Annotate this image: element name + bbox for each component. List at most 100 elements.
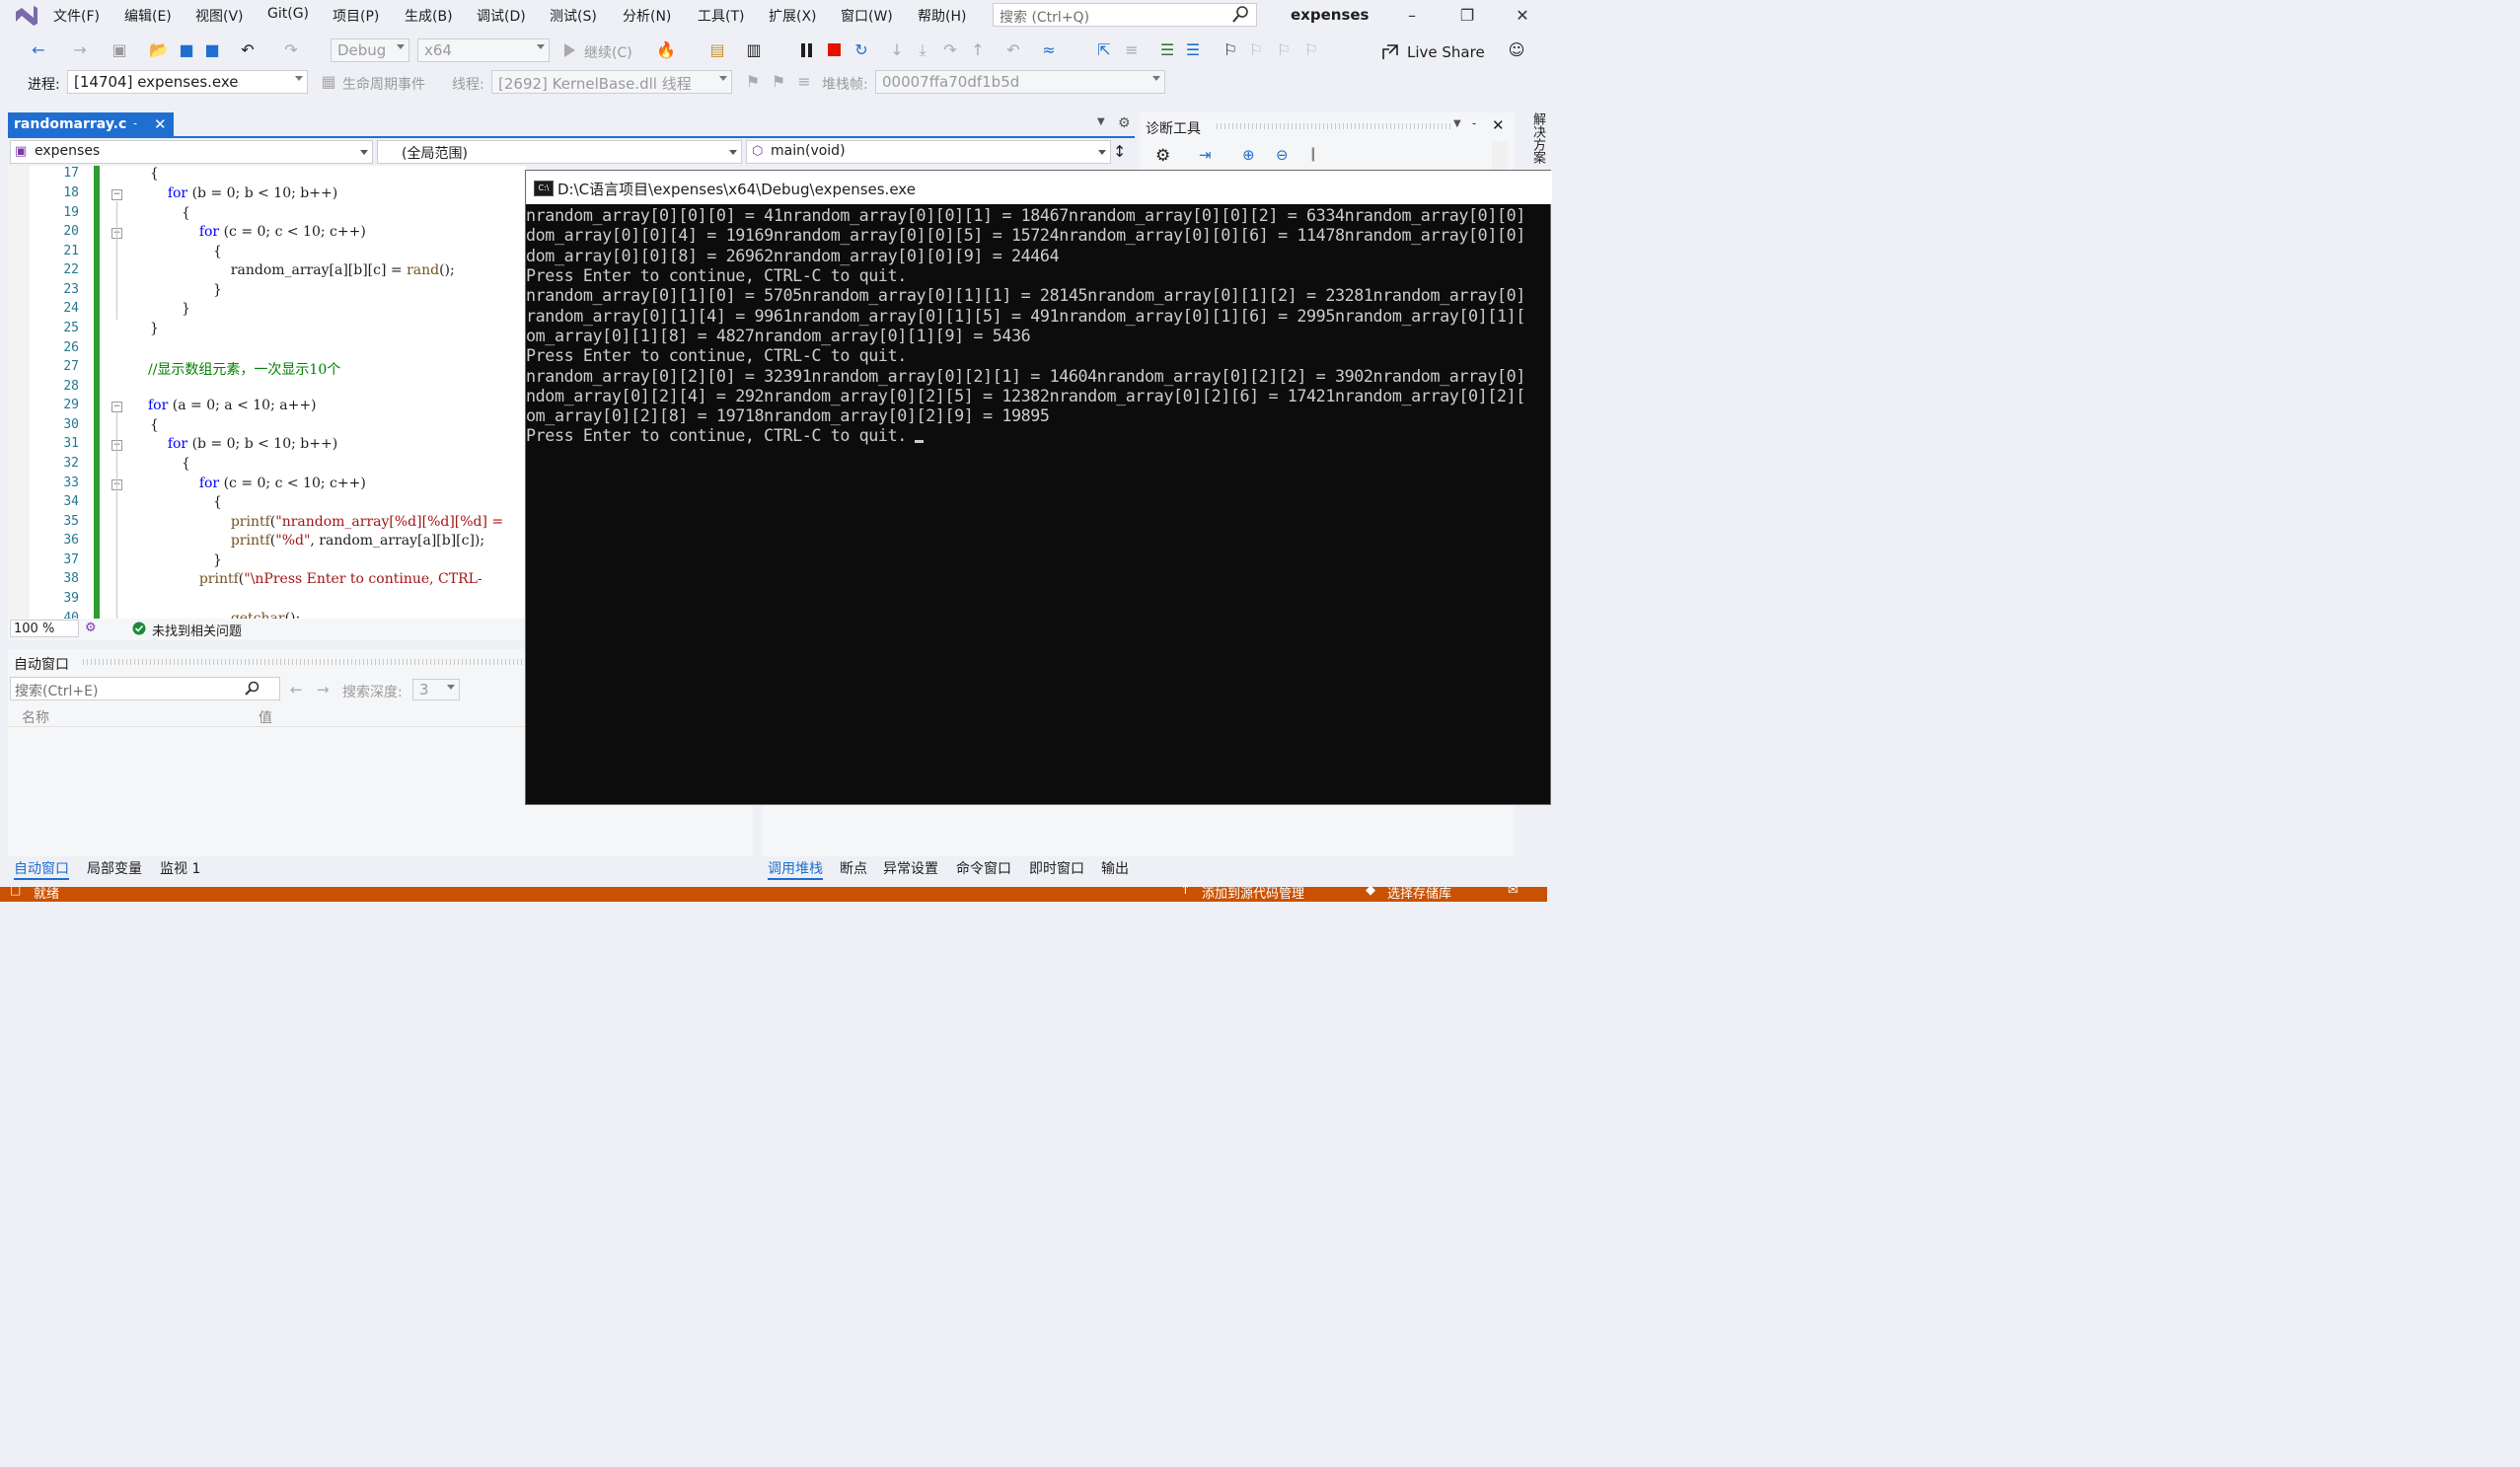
lifecycle-events[interactable]: 生命周期事件 — [342, 74, 425, 94]
tab-output[interactable]: 输出 — [1101, 858, 1129, 878]
menu-edit[interactable]: 编辑(E) — [124, 6, 172, 26]
show-threads-icon[interactable]: ≈ — [1038, 39, 1060, 61]
console-title-bar[interactable]: C:\ D:\C语言项目\expenses\x64\Debug\expenses… — [526, 171, 1552, 204]
tab-immediate-window[interactable]: 即时窗口 — [1029, 858, 1084, 878]
repo-icon[interactable]: ◆ — [1366, 883, 1375, 898]
bookmark-icon[interactable]: ⚐ — [1220, 39, 1241, 61]
menu-analyze[interactable]: 分析(N) — [623, 6, 671, 26]
menu-debug[interactable]: 调试(D) — [477, 6, 526, 26]
save-icon[interactable]: ■ — [176, 39, 197, 61]
pin-icon[interactable]: ˗ — [133, 116, 137, 131]
tab-locals[interactable]: 局部变量 — [87, 858, 142, 878]
debug-target-icon[interactable]: ▤ — [706, 39, 728, 61]
search-forward-icon[interactable]: → — [317, 681, 330, 698]
menu-tools[interactable]: 工具(T) — [698, 6, 744, 26]
column-name-header[interactable]: 名称 — [22, 707, 49, 727]
flag-thread-icon[interactable]: ⚑ — [742, 71, 764, 93]
panel-grip[interactable] — [83, 659, 527, 665]
layout-icon[interactable]: ▥ — [743, 39, 765, 61]
tab-autos[interactable]: 自动窗口 — [14, 858, 69, 880]
platform-select[interactable]: x64 — [417, 38, 550, 62]
search-depth-select[interactable]: 3 — [412, 679, 460, 700]
outdent-icon[interactable]: ☰ — [1182, 39, 1204, 61]
menu-test[interactable]: 测试(S) — [550, 6, 597, 26]
hot-reload-icon[interactable]: 🔥 — [655, 39, 677, 61]
thread-select[interactable]: [2692] KernelBase.dll 线程 — [491, 70, 732, 94]
undo-icon[interactable]: ↶ — [237, 39, 259, 61]
tab-watch-1[interactable]: 监视 1 — [160, 858, 200, 878]
open-folder-icon[interactable]: 📂 — [148, 39, 170, 61]
add-to-source-control[interactable]: 添加到源代码管理 — [1202, 883, 1304, 902]
tab-command-window[interactable]: 命令窗口 — [956, 858, 1011, 878]
stop-icon[interactable] — [827, 42, 843, 58]
select-repository[interactable]: 选择存储库 — [1387, 883, 1451, 902]
code-editor[interactable]: 17 18 19 20 21 22 23 24 25 26 27 28 29 3… — [8, 166, 526, 619]
minimize-button[interactable]: – — [1389, 2, 1435, 30]
forward-icon[interactable]: → — [69, 39, 91, 61]
menu-build[interactable]: 生成(B) — [405, 6, 453, 26]
column-value-header[interactable]: 值 — [259, 707, 272, 727]
autos-search-input[interactable]: 搜索(Ctrl+E) — [10, 677, 280, 700]
diag-export-icon[interactable]: ⇥ — [1199, 146, 1212, 164]
step-into-icon[interactable]: ↓ — [886, 39, 908, 61]
live-share-icon[interactable] — [1381, 43, 1399, 61]
panel-menu-icon[interactable]: ▼ — [1453, 118, 1461, 129]
panel-pin-icon[interactable]: ˗ — [1472, 116, 1476, 131]
settings-gear-icon[interactable]: ⚙ — [1118, 115, 1131, 131]
continue-icon[interactable] — [562, 42, 576, 58]
feedback-icon[interactable]: ☺ — [1506, 39, 1527, 61]
diag-settings-icon[interactable]: ⚙ — [1155, 146, 1170, 166]
menu-window[interactable]: 窗口(W) — [841, 6, 893, 26]
zoom-select[interactable]: 100 % — [10, 620, 79, 637]
continue-label[interactable]: 继续(C) — [584, 42, 632, 62]
fold-toggle[interactable]: − — [111, 189, 122, 200]
tab-exception-settings[interactable]: 异常设置 — [883, 858, 938, 878]
chart-icon[interactable]: ❙ — [1307, 146, 1319, 162]
lifecycle-icon[interactable]: ▦ — [318, 71, 339, 93]
back-icon[interactable]: ← — [28, 39, 49, 61]
document-tab[interactable]: randomarray.c ˗ ✕ — [8, 112, 174, 138]
stack-frame-select[interactable]: 00007ffa70df1b5d — [875, 70, 1165, 94]
close-tab-icon[interactable]: ✕ — [154, 115, 167, 133]
cursor-icon[interactable]: ⇱ — [1093, 39, 1115, 61]
step-back-icon[interactable]: ↶ — [1002, 39, 1024, 61]
zoom-in-icon[interactable]: ⊕ — [1242, 146, 1255, 164]
fold-toggle[interactable]: − — [111, 402, 122, 412]
stack-toggle-icon[interactable]: ≡ — [793, 71, 815, 93]
restart-icon[interactable]: ↻ — [851, 39, 872, 61]
panel-close-icon[interactable]: ✕ — [1492, 116, 1505, 134]
diag-scrollbar[interactable] — [1492, 142, 1508, 172]
tab-overflow-icon[interactable]: ▼ — [1097, 116, 1105, 127]
panel-grip[interactable] — [1217, 123, 1451, 129]
step-over-arc-icon[interactable]: ↷ — [939, 39, 961, 61]
menu-git[interactable]: Git(G) — [267, 6, 309, 22]
bookmark-clear-icon[interactable]: ⚐ — [1300, 39, 1322, 61]
bookmark-prev-icon[interactable]: ⚐ — [1245, 39, 1267, 61]
zoom-out-icon[interactable]: ⊖ — [1276, 146, 1289, 164]
search-box[interactable]: 搜索 (Ctrl+Q) — [993, 3, 1257, 27]
live-share-button[interactable]: Live Share — [1407, 43, 1485, 61]
bookmark-next-icon[interactable]: ⚐ — [1273, 39, 1295, 61]
glyph-margin[interactable] — [8, 166, 30, 619]
solution-explorer-side-tab[interactable]: 解决方案 — [1519, 112, 1547, 172]
function-nav-select[interactable]: ⬡ main(void) — [746, 140, 1111, 164]
save-all-icon[interactable]: ■ — [201, 39, 223, 61]
new-project-icon[interactable]: ▣ — [109, 39, 130, 61]
step-over-icon[interactable]: ⤓ — [912, 39, 933, 61]
intellicode-icon[interactable]: ⚙ — [85, 621, 97, 635]
indent-icon[interactable]: ☰ — [1156, 39, 1178, 61]
notifications-icon[interactable]: ✉ — [1508, 883, 1519, 898]
project-nav-select[interactable]: ▣ expenses — [10, 140, 373, 164]
menu-extensions[interactable]: 扩展(X) — [769, 6, 817, 26]
tab-breakpoints[interactable]: 断点 — [840, 858, 867, 878]
menu-view[interactable]: 视图(V) — [195, 6, 244, 26]
scope-nav-select[interactable]: (全局范围) — [377, 140, 742, 164]
process-select[interactable]: [14704] expenses.exe — [67, 70, 308, 94]
menu-file[interactable]: 文件(F) — [53, 6, 100, 26]
menu-help[interactable]: 帮助(H) — [918, 6, 966, 26]
pause-icon[interactable] — [799, 42, 815, 58]
menu-project[interactable]: 项目(P) — [333, 6, 379, 26]
search-back-icon[interactable]: ← — [290, 681, 303, 698]
config-select[interactable]: Debug — [331, 38, 409, 62]
split-editor-icon[interactable]: ↕ — [1113, 142, 1126, 161]
